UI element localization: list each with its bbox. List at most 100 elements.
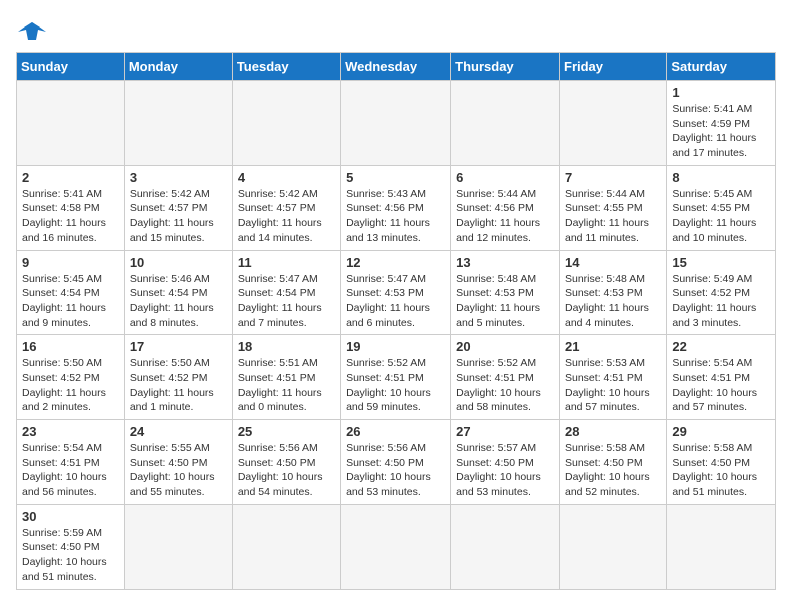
calendar-day-cell: 21 Sunrise: 5:53 AMSunset: 4:51 PMDayligh… (560, 335, 667, 420)
calendar-week-row: 16Sunrise: 5:50 AMSunset: 4:52 PMDayligh… (17, 335, 776, 420)
day-info: Sunrise: 5:56 AMSunset: 4:50 PMDaylight:… (346, 441, 446, 500)
day-info: Sunrise: 5:54 AMSunset: 4:51 PMDaylight:… (22, 441, 120, 500)
day-number: 18 (238, 339, 336, 354)
day-number: 1 (672, 85, 771, 100)
day-number: 3 (130, 170, 228, 185)
day-number: 26 (346, 424, 446, 439)
logo (16, 20, 46, 42)
day-number: 25 (238, 424, 336, 439)
calendar-day-cell: 7 Sunrise: 5:44 AMSunset: 4:55 PMDaylight… (560, 165, 667, 250)
day-info: Sunrise: 5:42 AMSunset: 4:57 PMDaylight:… (238, 187, 336, 246)
calendar-day-cell: 29 Sunrise: 5:58 AMSunset: 4:50 PMDayligh… (667, 420, 776, 505)
day-info: Sunrise: 5:55 AMSunset: 4:50 PMDaylight:… (130, 441, 228, 500)
day-number: 5 (346, 170, 446, 185)
day-info: Sunrise: 5:53 AMSunset: 4:51 PMDaylight:… (565, 356, 662, 415)
day-info: Sunrise: 5:59 AMSunset: 4:50 PMDaylight:… (22, 526, 120, 585)
day-number: 28 (565, 424, 662, 439)
day-info: Sunrise: 5:52 AMSunset: 4:51 PMDaylight:… (346, 356, 446, 415)
calendar-day-cell: 10 Sunrise: 5:46 AMSunset: 4:54 PMDayligh… (124, 250, 232, 335)
calendar-day-cell: 13 Sunrise: 5:48 AMSunset: 4:53 PMDayligh… (451, 250, 560, 335)
calendar-day-cell: 23Sunrise: 5:54 AMSunset: 4:51 PMDayligh… (17, 420, 125, 505)
day-of-week-header: Saturday (667, 53, 776, 81)
calendar-day-cell: 2Sunrise: 5:41 AMSunset: 4:58 PMDaylight… (17, 165, 125, 250)
day-number: 27 (456, 424, 555, 439)
day-number: 6 (456, 170, 555, 185)
calendar-day-cell: 5 Sunrise: 5:43 AMSunset: 4:56 PMDaylight… (341, 165, 451, 250)
calendar-day-cell: 6 Sunrise: 5:44 AMSunset: 4:56 PMDaylight… (451, 165, 560, 250)
day-info: Sunrise: 5:42 AMSunset: 4:57 PMDaylight:… (130, 187, 228, 246)
calendar-day-cell (17, 81, 125, 166)
calendar-day-cell: 14Sunrise: 5:48 AMSunset: 4:53 PMDayligh… (560, 250, 667, 335)
calendar-week-row: 1 Sunrise: 5:41 AMSunset: 4:59 PMDaylight… (17, 81, 776, 166)
day-number: 11 (238, 255, 336, 270)
calendar-day-cell (451, 504, 560, 589)
day-number: 15 (672, 255, 771, 270)
day-info: Sunrise: 5:58 AMSunset: 4:50 PMDaylight:… (565, 441, 662, 500)
calendar-day-cell: 20Sunrise: 5:52 AMSunset: 4:51 PMDayligh… (451, 335, 560, 420)
calendar-week-row: 30 Sunrise: 5:59 AMSunset: 4:50 PMDayligh… (17, 504, 776, 589)
calendar-day-cell (124, 504, 232, 589)
day-number: 12 (346, 255, 446, 270)
day-info: Sunrise: 5:46 AMSunset: 4:54 PMDaylight:… (130, 272, 228, 331)
day-info: Sunrise: 5:54 AMSunset: 4:51 PMDaylight:… (672, 356, 771, 415)
day-info: Sunrise: 5:43 AMSunset: 4:56 PMDaylight:… (346, 187, 446, 246)
calendar-day-cell: 4 Sunrise: 5:42 AMSunset: 4:57 PMDaylight… (232, 165, 340, 250)
day-number: 10 (130, 255, 228, 270)
calendar-day-cell: 17Sunrise: 5:50 AMSunset: 4:52 PMDayligh… (124, 335, 232, 420)
calendar-day-cell: 1 Sunrise: 5:41 AMSunset: 4:59 PMDaylight… (667, 81, 776, 166)
calendar-day-cell: 27 Sunrise: 5:57 AMSunset: 4:50 PMDayligh… (451, 420, 560, 505)
day-of-week-header: Sunday (17, 53, 125, 81)
calendar-day-cell: 28 Sunrise: 5:58 AMSunset: 4:50 PMDayligh… (560, 420, 667, 505)
day-info: Sunrise: 5:49 AMSunset: 4:52 PMDaylight:… (672, 272, 771, 331)
day-number: 9 (22, 255, 120, 270)
calendar-day-cell: 19 Sunrise: 5:52 AMSunset: 4:51 PMDayligh… (341, 335, 451, 420)
day-info: Sunrise: 5:44 AMSunset: 4:55 PMDaylight:… (565, 187, 662, 246)
calendar-day-cell (560, 81, 667, 166)
calendar-week-row: 9 Sunrise: 5:45 AMSunset: 4:54 PMDaylight… (17, 250, 776, 335)
calendar-day-cell (560, 504, 667, 589)
day-number: 2 (22, 170, 120, 185)
calendar-day-cell: 3 Sunrise: 5:42 AMSunset: 4:57 PMDaylight… (124, 165, 232, 250)
day-number: 30 (22, 509, 120, 524)
calendar-day-cell: 22Sunrise: 5:54 AMSunset: 4:51 PMDayligh… (667, 335, 776, 420)
logo-bird-icon (18, 20, 46, 42)
day-number: 13 (456, 255, 555, 270)
calendar-day-cell (667, 504, 776, 589)
day-number: 8 (672, 170, 771, 185)
day-number: 4 (238, 170, 336, 185)
calendar-day-cell: 24Sunrise: 5:55 AMSunset: 4:50 PMDayligh… (124, 420, 232, 505)
day-number: 19 (346, 339, 446, 354)
calendar-day-cell (451, 81, 560, 166)
page-header (16, 16, 776, 42)
day-info: Sunrise: 5:57 AMSunset: 4:50 PMDaylight:… (456, 441, 555, 500)
calendar-day-cell (341, 81, 451, 166)
day-info: Sunrise: 5:41 AMSunset: 4:59 PMDaylight:… (672, 102, 771, 161)
calendar-day-cell (232, 81, 340, 166)
calendar-week-row: 2Sunrise: 5:41 AMSunset: 4:58 PMDaylight… (17, 165, 776, 250)
day-info: Sunrise: 5:48 AMSunset: 4:53 PMDaylight:… (456, 272, 555, 331)
calendar-day-cell (341, 504, 451, 589)
day-info: Sunrise: 5:56 AMSunset: 4:50 PMDaylight:… (238, 441, 336, 500)
day-number: 14 (565, 255, 662, 270)
day-info: Sunrise: 5:47 AMSunset: 4:54 PMDaylight:… (238, 272, 336, 331)
day-info: Sunrise: 5:45 AMSunset: 4:54 PMDaylight:… (22, 272, 120, 331)
calendar-header-row: SundayMondayTuesdayWednesdayThursdayFrid… (17, 53, 776, 81)
calendar-day-cell: 16Sunrise: 5:50 AMSunset: 4:52 PMDayligh… (17, 335, 125, 420)
calendar-day-cell: 12 Sunrise: 5:47 AMSunset: 4:53 PMDayligh… (341, 250, 451, 335)
day-info: Sunrise: 5:50 AMSunset: 4:52 PMDaylight:… (22, 356, 120, 415)
day-number: 29 (672, 424, 771, 439)
day-number: 7 (565, 170, 662, 185)
day-info: Sunrise: 5:47 AMSunset: 4:53 PMDaylight:… (346, 272, 446, 331)
day-info: Sunrise: 5:52 AMSunset: 4:51 PMDaylight:… (456, 356, 555, 415)
day-info: Sunrise: 5:58 AMSunset: 4:50 PMDaylight:… (672, 441, 771, 500)
day-info: Sunrise: 5:50 AMSunset: 4:52 PMDaylight:… (130, 356, 228, 415)
day-of-week-header: Tuesday (232, 53, 340, 81)
day-of-week-header: Wednesday (341, 53, 451, 81)
day-number: 21 (565, 339, 662, 354)
day-info: Sunrise: 5:44 AMSunset: 4:56 PMDaylight:… (456, 187, 555, 246)
calendar-day-cell: 15 Sunrise: 5:49 AMSunset: 4:52 PMDayligh… (667, 250, 776, 335)
day-info: Sunrise: 5:45 AMSunset: 4:55 PMDaylight:… (672, 187, 771, 246)
calendar-body: 1 Sunrise: 5:41 AMSunset: 4:59 PMDaylight… (17, 81, 776, 590)
calendar-day-cell: 25 Sunrise: 5:56 AMSunset: 4:50 PMDayligh… (232, 420, 340, 505)
calendar-day-cell: 30 Sunrise: 5:59 AMSunset: 4:50 PMDayligh… (17, 504, 125, 589)
